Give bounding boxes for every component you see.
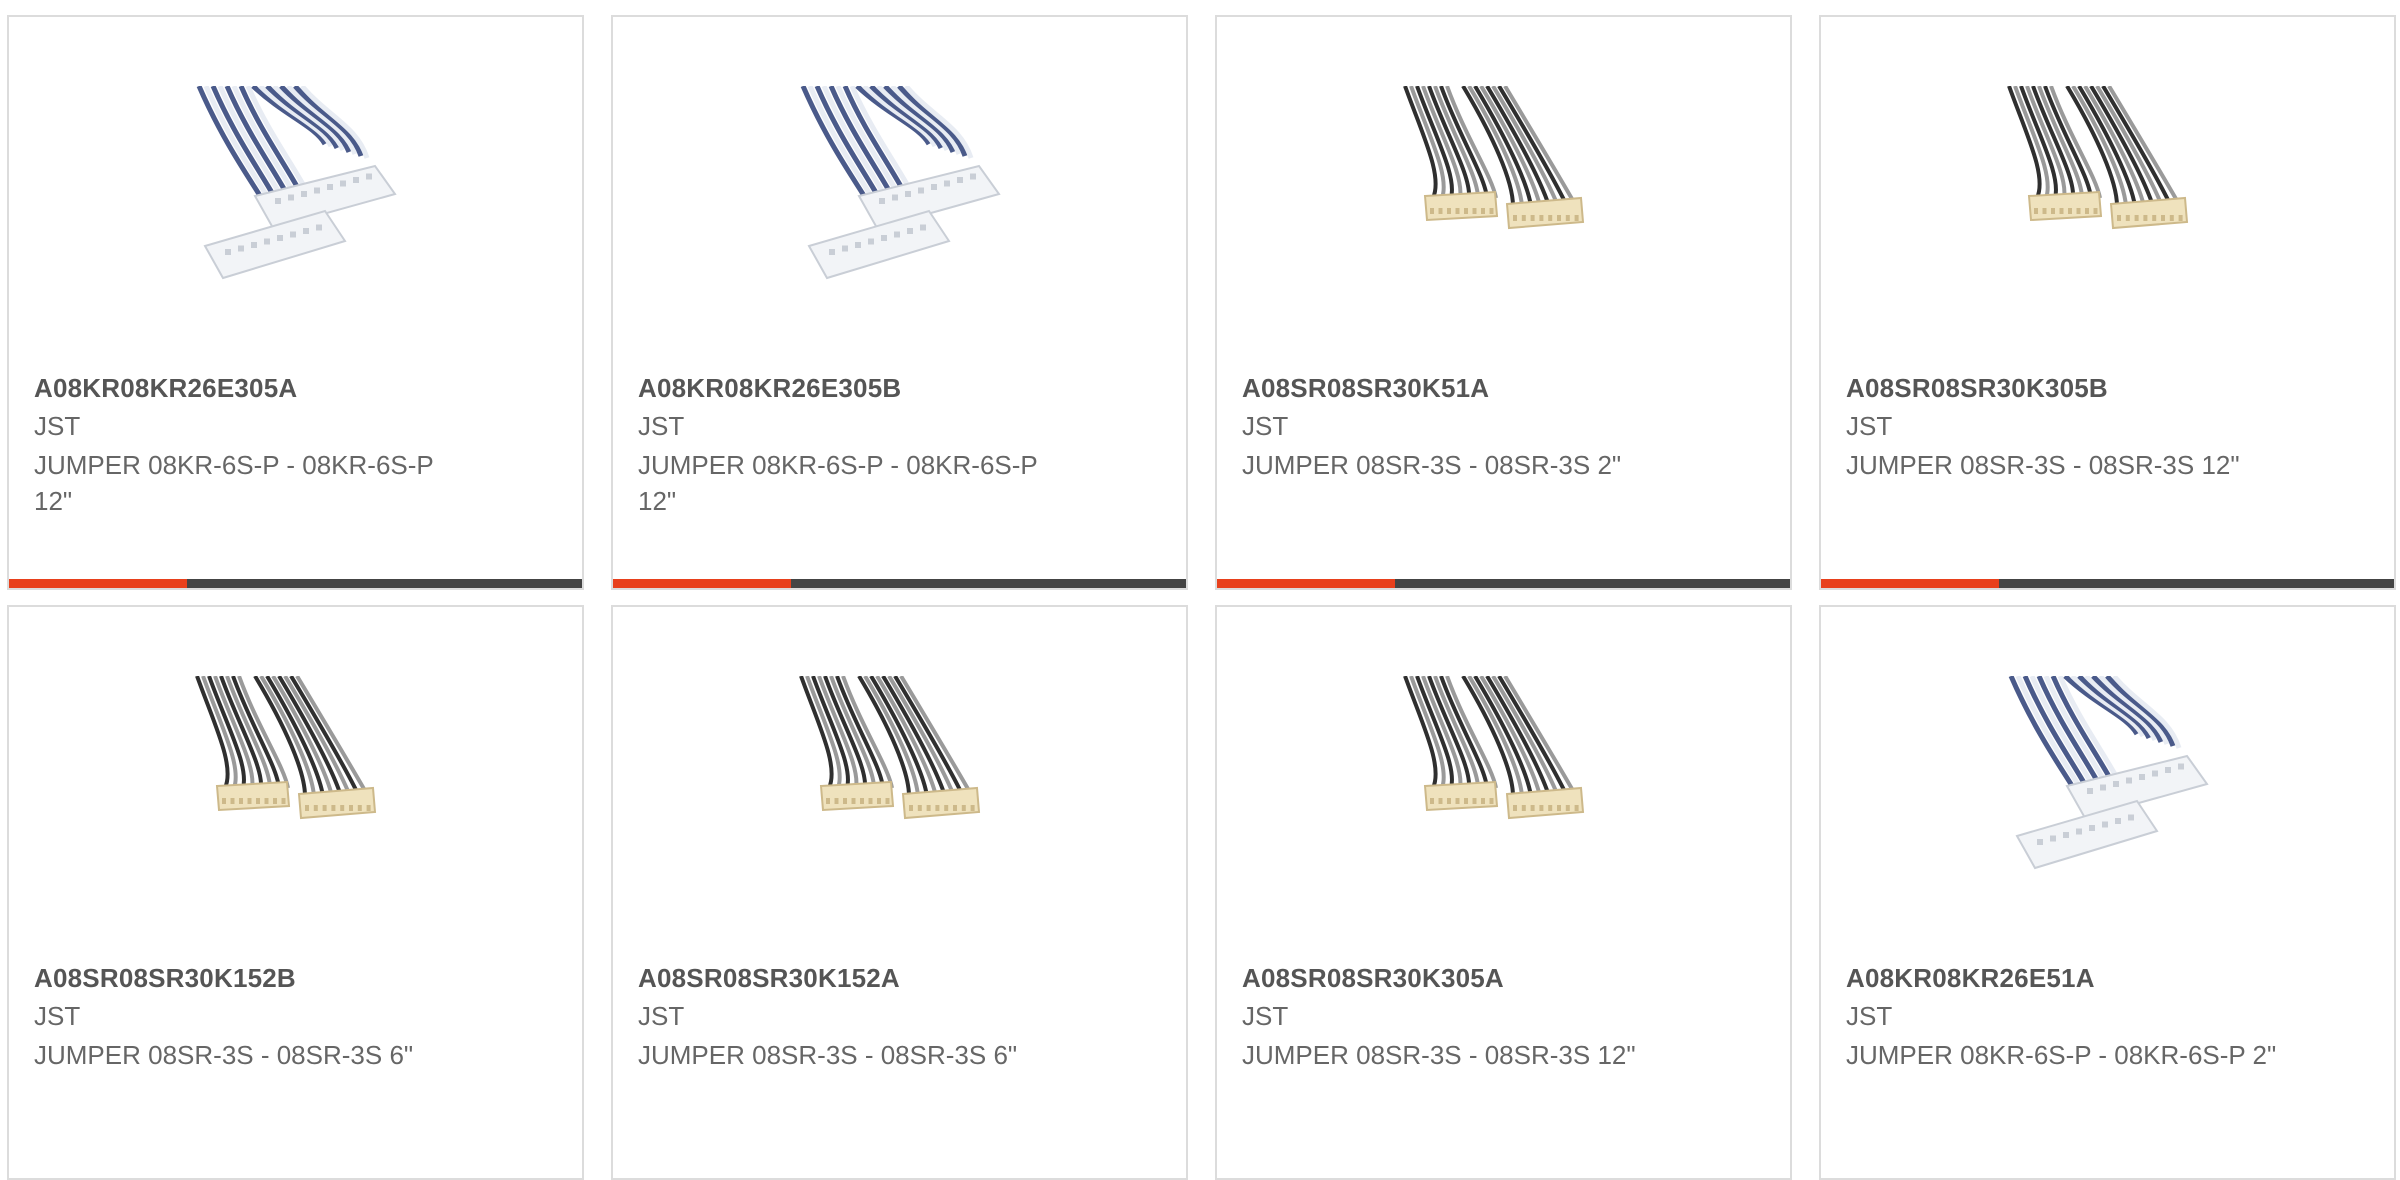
- blue-jumper-cable-icon: [2008, 676, 2209, 870]
- black-jumper-cable-icon: [2007, 86, 2211, 290]
- product-card[interactable]: A08SR08SR30K152A JST JUMPER 08SR-3S - 08…: [611, 605, 1188, 1180]
- blue-jumper-cable-icon: [800, 86, 1001, 280]
- black-jumper-cable-icon: [1403, 676, 1607, 880]
- description: JUMPER 08SR-3S - 08SR-3S 2": [1242, 450, 1622, 480]
- manufacturer: JST: [1846, 1001, 1893, 1031]
- progress-bar-fill: [613, 579, 791, 588]
- description: JUMPER 08KR-6S-P - 08KR-6S-P 12": [34, 450, 434, 516]
- black-jumper-cable-icon: [1403, 86, 1585, 230]
- blue-jumper-cable-icon: [799, 86, 1003, 290]
- description: JUMPER 08SR-3S - 08SR-3S 12": [1242, 1040, 1636, 1070]
- progress-bar: [613, 579, 1186, 588]
- product-card[interactable]: A08SR08SR30K152B JST JUMPER 08SR-3S - 08…: [7, 605, 584, 1180]
- description: JUMPER 08SR-3S - 08SR-3S 6": [638, 1040, 1018, 1070]
- black-jumper-cable-icon: [1403, 676, 1585, 820]
- progress-bar: [1821, 579, 2394, 588]
- part-number: A08SR08SR30K51A: [1242, 373, 1490, 403]
- black-jumper-cable-icon: [195, 676, 377, 820]
- product-card[interactable]: A08SR08SR30K305A JST JUMPER 08SR-3S - 08…: [1215, 605, 1792, 1180]
- product-grid: A08KR08KR26E305A JST JUMPER 08KR-6S-P - …: [0, 0, 2400, 1180]
- product-card[interactable]: A08SR08SR30K51A JST JUMPER 08SR-3S - 08S…: [1215, 15, 1792, 590]
- progress-bar-fill: [1821, 579, 1999, 588]
- manufacturer: JST: [1242, 411, 1289, 441]
- blue-jumper-cable-icon: [195, 86, 399, 290]
- blue-jumper-cable-icon: [2007, 676, 2211, 880]
- black-jumper-cable-icon: [195, 676, 399, 880]
- manufacturer: JST: [1242, 1001, 1289, 1031]
- part-number: A08SR08SR30K152B: [34, 963, 296, 993]
- progress-bar-fill: [1217, 579, 1395, 588]
- part-number: A08KR08KR26E305B: [638, 373, 902, 403]
- manufacturer: JST: [34, 411, 81, 441]
- product-card[interactable]: A08KR08KR26E305B JST JUMPER 08KR-6S-P - …: [611, 15, 1188, 590]
- black-jumper-cable-icon: [799, 676, 981, 820]
- description: JUMPER 08SR-3S - 08SR-3S 12": [1846, 450, 2240, 480]
- product-card[interactable]: A08KR08KR26E305A JST JUMPER 08KR-6S-P - …: [7, 15, 584, 590]
- progress-bar: [9, 579, 582, 588]
- part-number: A08KR08KR26E305A: [34, 373, 298, 403]
- product-card[interactable]: A08SR08SR30K305B JST JUMPER 08SR-3S - 08…: [1819, 15, 2396, 590]
- part-number: A08SR08SR30K152A: [638, 963, 900, 993]
- black-jumper-cable-icon: [2007, 86, 2189, 230]
- manufacturer: JST: [638, 1001, 685, 1031]
- manufacturer: JST: [34, 1001, 81, 1031]
- blue-jumper-cable-icon: [196, 86, 397, 280]
- description: JUMPER 08KR-6S-P - 08KR-6S-P 12": [638, 450, 1038, 516]
- description: JUMPER 08SR-3S - 08SR-3S 6": [34, 1040, 414, 1070]
- part-number: A08SR08SR30K305A: [1242, 963, 1504, 993]
- black-jumper-cable-icon: [799, 676, 1003, 880]
- progress-bar-fill: [9, 579, 187, 588]
- description: JUMPER 08KR-6S-P - 08KR-6S-P 2": [1846, 1040, 2277, 1070]
- manufacturer: JST: [1846, 411, 1893, 441]
- progress-bar: [1217, 579, 1790, 588]
- part-number: A08KR08KR26E51A: [1846, 963, 2095, 993]
- product-card[interactable]: A08KR08KR26E51A JST JUMPER 08KR-6S-P - 0…: [1819, 605, 2396, 1180]
- manufacturer: JST: [638, 411, 685, 441]
- black-jumper-cable-icon: [1403, 86, 1607, 290]
- part-number: A08SR08SR30K305B: [1846, 373, 2108, 403]
